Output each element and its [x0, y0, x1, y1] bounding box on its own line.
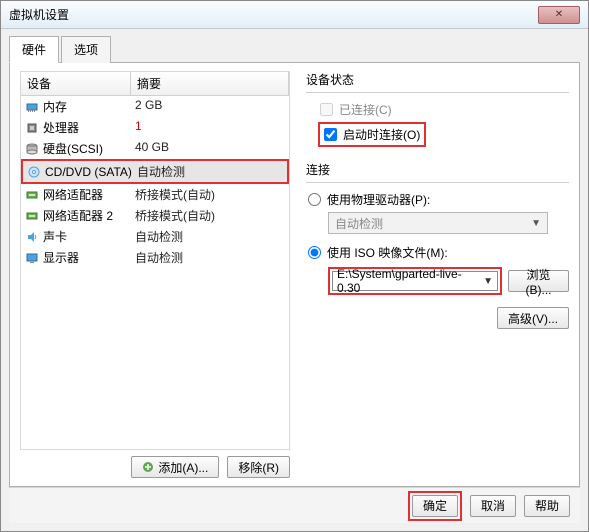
ok-button-highlight: 确定: [408, 491, 462, 521]
checkbox-connected-label: 已连接(C): [339, 101, 392, 118]
group-connection: 连接 使用物理驱动器(P): 自动检测 ▼ 使用 ISO 映: [306, 161, 569, 329]
device-row-7[interactable]: 显示器 自动检测: [21, 247, 289, 268]
tab-options[interactable]: 选项: [61, 36, 111, 63]
window-title: 虚拟机设置: [9, 6, 69, 23]
device-name: 网络适配器 2: [43, 207, 113, 224]
device-table: 设备 摘要 内存 2 GB 处理器 1 硬盘(SCSI) 40 GB CD/DVD (SAT…: [20, 71, 290, 450]
device-name: 处理器: [43, 119, 79, 136]
display-icon: [25, 251, 39, 265]
device-row-3[interactable]: CD/DVD (SATA)自动检测: [21, 159, 289, 184]
device-row-4[interactable]: 网络适配器 桥接模式(自动): [21, 184, 289, 205]
browse-button[interactable]: 浏览(B)...: [508, 270, 569, 292]
plus-icon: [142, 461, 154, 473]
checkbox-connected-row: 已连接(C): [320, 101, 569, 118]
nic-icon: [25, 188, 39, 202]
radio-iso-label: 使用 ISO 映像文件(M):: [327, 244, 448, 261]
device-name: 硬盘(SCSI): [43, 140, 103, 157]
sound-icon: [25, 230, 39, 244]
physical-drive-combo: 自动检测 ▼: [328, 212, 548, 234]
physical-drive-value: 自动检测: [335, 215, 383, 232]
device-summary: 桥接模式(自动): [131, 186, 289, 203]
group-title-connection: 连接: [306, 161, 569, 178]
close-button[interactable]: ✕: [538, 6, 580, 24]
device-row-1[interactable]: 处理器 1: [21, 117, 289, 138]
group-device-status: 设备状态 已连接(C) 启动时连接(O): [306, 71, 569, 147]
chevron-down-icon: ▼: [483, 276, 493, 287]
help-button[interactable]: 帮助: [524, 495, 570, 517]
nic-icon: [25, 209, 39, 223]
device-name: 显示器: [43, 249, 79, 266]
chevron-down-icon: ▼: [531, 218, 541, 229]
titlebar: 虚拟机设置 ✕: [1, 1, 588, 29]
device-name: 内存: [43, 98, 67, 115]
radio-iso-row[interactable]: 使用 ISO 映像文件(M):: [308, 244, 569, 261]
header-device: 设备: [21, 72, 131, 95]
memory-icon: [25, 100, 39, 114]
close-icon: ✕: [555, 9, 563, 20]
device-row-5[interactable]: 网络适配器 2 桥接模式(自动): [21, 205, 289, 226]
checkbox-connected: [320, 103, 333, 116]
device-name: 网络适配器: [43, 186, 103, 203]
device-summary: 自动检测: [131, 228, 289, 245]
device-summary: 2 GB: [131, 98, 289, 115]
cpu-icon: [25, 121, 39, 135]
device-summary: 自动检测: [131, 249, 289, 266]
checkbox-connect-at-poweron[interactable]: [324, 128, 337, 141]
device-row-2[interactable]: 硬盘(SCSI) 40 GB: [21, 138, 289, 159]
disk-icon: [25, 142, 39, 156]
cd-icon: [27, 165, 41, 179]
device-summary: 桥接模式(自动): [131, 207, 289, 224]
radio-physical-row[interactable]: 使用物理驱动器(P):: [308, 191, 569, 208]
tabs: 硬件 选项: [9, 35, 580, 63]
remove-button[interactable]: 移除(R): [227, 456, 290, 478]
ok-button[interactable]: 确定: [412, 495, 458, 517]
iso-path-value: E:\System\gparted-live-0.30: [337, 267, 483, 295]
device-table-header: 设备 摘要: [21, 72, 289, 96]
tab-hardware[interactable]: 硬件: [9, 36, 59, 63]
device-row-0[interactable]: 内存 2 GB: [21, 96, 289, 117]
checkbox-connect-at-poweron-label: 启动时连接(O): [343, 126, 420, 143]
group-title-status: 设备状态: [306, 71, 569, 88]
device-summary: 40 GB: [131, 140, 289, 157]
checkbox-connect-at-poweron-highlight: 启动时连接(O): [318, 122, 426, 147]
device-name: 声卡: [43, 228, 67, 245]
radio-physical-label: 使用物理驱动器(P):: [327, 191, 430, 208]
header-summary: 摘要: [131, 72, 289, 95]
device-summary: 1: [131, 119, 289, 136]
radio-physical[interactable]: [308, 193, 321, 206]
device-summary: 自动检测: [133, 163, 287, 180]
device-rows: 内存2 GB处理器1硬盘(SCSI)40 GBCD/DVD (SATA)自动检测…: [21, 96, 289, 450]
iso-path-highlight: E:\System\gparted-live-0.30 ▼: [328, 267, 502, 295]
add-button[interactable]: 添加(A)...: [131, 456, 219, 478]
radio-iso[interactable]: [308, 246, 321, 259]
dialog-footer: 确定 取消 帮助: [9, 487, 580, 523]
device-name: CD/DVD (SATA): [45, 165, 132, 179]
iso-path-combo[interactable]: E:\System\gparted-live-0.30 ▼: [332, 271, 498, 291]
advanced-button[interactable]: 高级(V)...: [497, 307, 569, 329]
cancel-button[interactable]: 取消: [470, 495, 516, 517]
device-row-6[interactable]: 声卡 自动检测: [21, 226, 289, 247]
